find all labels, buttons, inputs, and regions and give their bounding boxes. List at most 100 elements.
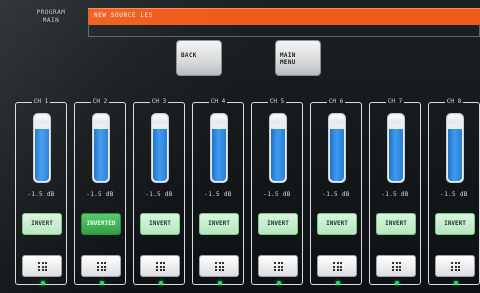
main-menu-label-line1: MAIN xyxy=(280,52,296,59)
main-menu-button[interactable]: MAIN MENU xyxy=(275,40,321,76)
channel-level-readout: -1.5 dB xyxy=(27,191,55,198)
fader-cap xyxy=(330,115,344,123)
program-label-line2: MAIN xyxy=(42,17,60,24)
fader-cap xyxy=(389,115,403,123)
channel-strip-3: CH 3 -1.5 dB INVERT xyxy=(133,98,185,285)
invert-button[interactable]: INVERTED xyxy=(81,213,121,235)
source-title-bar[interactable]: NEW SOURCE LES xyxy=(88,8,480,25)
channel-fader[interactable] xyxy=(92,113,110,183)
fader-level-fill xyxy=(153,129,167,181)
channel-strip-2: CH 2 -1.5 dB INVERTED xyxy=(74,98,126,285)
channel-title: CH 6 xyxy=(311,98,361,106)
fader-level-fill xyxy=(35,129,49,181)
invert-button[interactable]: INVERT xyxy=(258,213,298,235)
channel-level-readout: -1.5 dB xyxy=(381,191,409,198)
channel-strip-4: CH 4 -1.5 dB INVERT xyxy=(192,98,244,285)
channel-fader[interactable] xyxy=(328,113,346,183)
channel-menu-button[interactable] xyxy=(199,255,239,277)
channel-title-text: CH 7 xyxy=(385,98,405,105)
grid-icon xyxy=(274,262,283,271)
channel-fader[interactable] xyxy=(269,113,287,183)
status-led-icon xyxy=(41,281,45,285)
channel-strip-1: CH 1 -1.5 dB INVERT xyxy=(15,98,67,285)
channel-title-text: CH 1 xyxy=(31,98,51,105)
channel-fader[interactable] xyxy=(387,113,405,183)
fader-cap xyxy=(212,115,226,123)
invert-button[interactable]: INVERT xyxy=(140,213,180,235)
channel-title: CH 2 xyxy=(75,98,125,106)
fader-level-fill xyxy=(212,129,226,181)
channel-fader[interactable] xyxy=(151,113,169,183)
channel-title-text: CH 3 xyxy=(149,98,169,105)
fader-level-fill xyxy=(271,129,285,181)
invert-button[interactable]: INVERT xyxy=(22,213,62,235)
channel-strip-area: CH 1 -1.5 dB INVERT CH 2 -1.5 dB INVERTED CH 3… xyxy=(0,96,480,293)
invert-button[interactable]: INVERT xyxy=(317,213,357,235)
channel-title: CH 1 xyxy=(16,98,66,106)
source-panel-frame xyxy=(88,24,480,37)
fader-cap xyxy=(35,115,49,123)
channel-fader[interactable] xyxy=(446,113,464,183)
channel-strip-6: CH 6 -1.5 dB INVERT xyxy=(310,98,362,285)
invert-button[interactable]: INVERT xyxy=(199,213,239,235)
fader-cap xyxy=(271,115,285,123)
channel-menu-button[interactable] xyxy=(81,255,121,277)
status-led-icon xyxy=(336,281,340,285)
channel-title-text: CH 2 xyxy=(90,98,110,105)
channel-title: CH 5 xyxy=(252,98,302,106)
program-label: PROGRAM MAIN xyxy=(22,9,80,25)
status-led-icon xyxy=(218,281,222,285)
console-screen: PROGRAM MAIN NEW SOURCE LES BACK MAIN ME… xyxy=(0,0,480,293)
channel-menu-button[interactable] xyxy=(140,255,180,277)
channel-menu-button[interactable] xyxy=(435,255,475,277)
channel-strip-7: CH 7 -1.5 dB INVERT xyxy=(369,98,421,285)
channel-title-text: CH 5 xyxy=(267,98,287,105)
channel-strip-8: CH 8 -1.5 dB INVERT xyxy=(428,98,480,285)
back-button[interactable]: BACK xyxy=(176,40,222,76)
main-menu-label-line2: MENU xyxy=(280,59,296,66)
channel-title-text: CH 6 xyxy=(326,98,346,105)
channel-title: CH 8 xyxy=(429,98,479,106)
grid-icon xyxy=(215,262,224,271)
fader-level-fill xyxy=(330,129,344,181)
channel-menu-button[interactable] xyxy=(258,255,298,277)
fader-level-fill xyxy=(389,129,403,181)
channel-title: CH 7 xyxy=(370,98,420,106)
grid-icon xyxy=(392,262,401,271)
status-led-icon xyxy=(454,281,458,285)
channel-title-text: CH 4 xyxy=(208,98,228,105)
grid-icon xyxy=(333,262,342,271)
channel-title-text: CH 8 xyxy=(444,98,464,105)
channel-fader[interactable] xyxy=(210,113,228,183)
channel-level-readout: -1.5 dB xyxy=(145,191,173,198)
back-button-label: BACK xyxy=(181,52,197,59)
channel-menu-button[interactable] xyxy=(376,255,416,277)
grid-icon xyxy=(38,262,47,271)
grid-icon xyxy=(97,262,106,271)
fader-cap xyxy=(94,115,108,123)
source-title: NEW SOURCE LES xyxy=(94,12,153,19)
program-label-line1: PROGRAM xyxy=(36,9,66,16)
channel-level-readout: -1.5 dB xyxy=(440,191,468,198)
channel-level-readout: -1.5 dB xyxy=(322,191,350,198)
grid-icon xyxy=(156,262,165,271)
status-led-icon xyxy=(159,281,163,285)
status-led-icon xyxy=(100,281,104,285)
channel-menu-button[interactable] xyxy=(22,255,62,277)
channel-strip-5: CH 5 -1.5 dB INVERT xyxy=(251,98,303,285)
channel-fader[interactable] xyxy=(33,113,51,183)
status-led-icon xyxy=(277,281,281,285)
invert-button[interactable]: INVERT xyxy=(376,213,416,235)
grid-icon xyxy=(451,262,460,271)
fader-cap xyxy=(448,115,462,123)
channel-level-readout: -1.5 dB xyxy=(86,191,114,198)
fader-level-fill xyxy=(94,129,108,181)
channel-title: CH 4 xyxy=(193,98,243,106)
channel-menu-button[interactable] xyxy=(317,255,357,277)
fader-cap xyxy=(153,115,167,123)
channel-title: CH 3 xyxy=(134,98,184,106)
invert-button[interactable]: INVERT xyxy=(435,213,475,235)
channel-level-readout: -1.5 dB xyxy=(204,191,232,198)
channel-level-readout: -1.5 dB xyxy=(263,191,291,198)
fader-level-fill xyxy=(448,129,462,181)
